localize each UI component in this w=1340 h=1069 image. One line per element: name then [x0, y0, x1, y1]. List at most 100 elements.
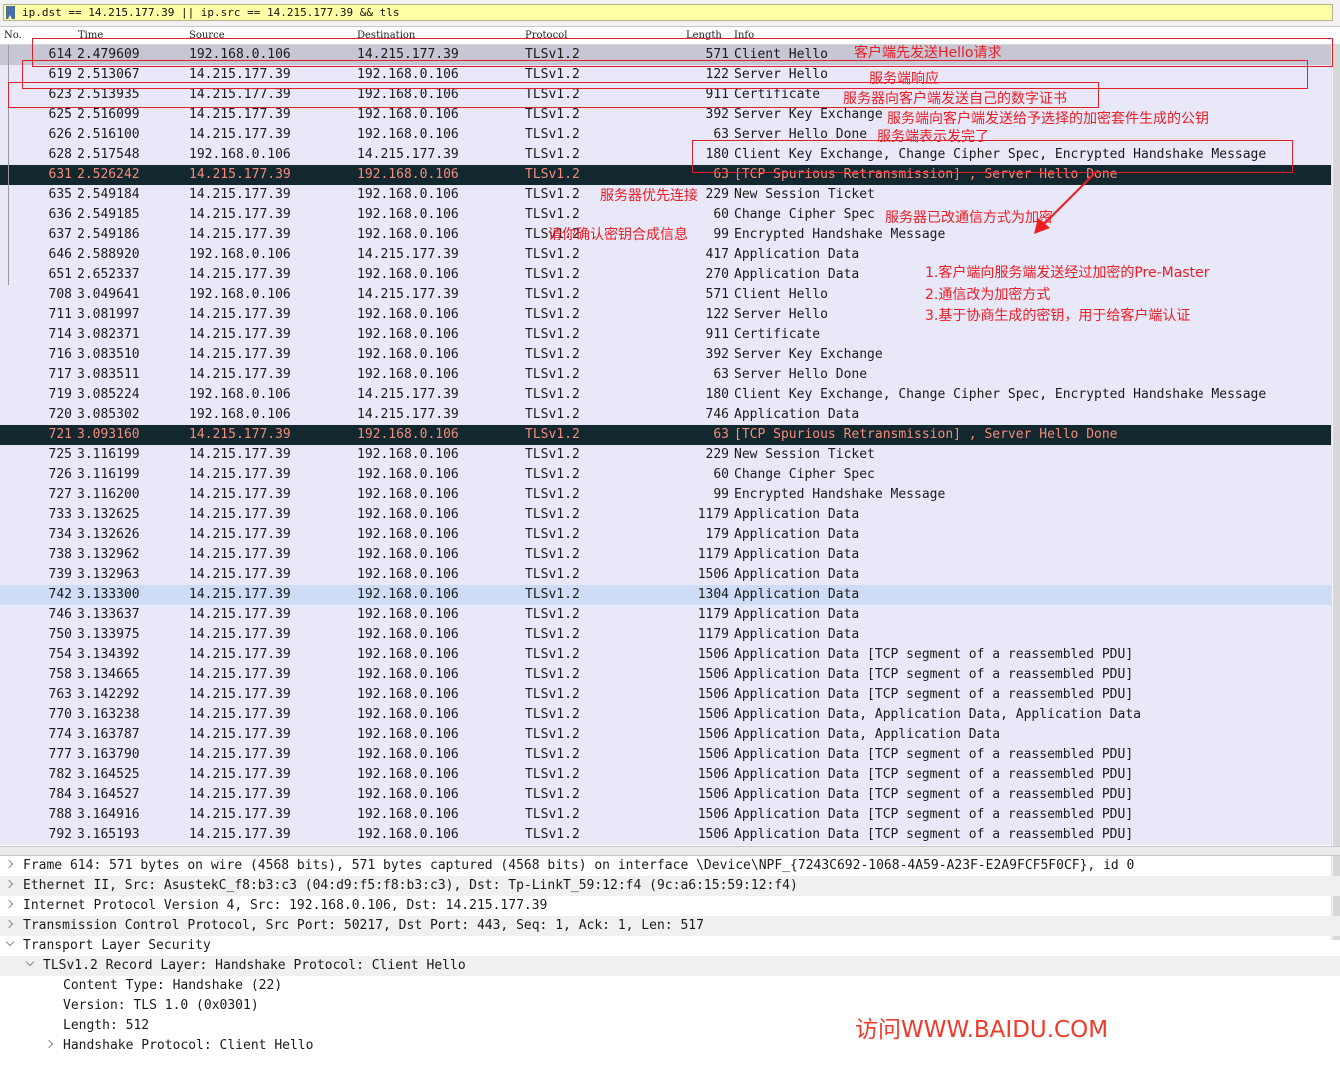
packet-info-cell: Application Data	[734, 587, 860, 602]
packet-row[interactable]: 788 3.164916 14.215.177.39 192.168.0.106 TLS…	[0, 805, 1340, 825]
detail-tree-item[interactable]: Internet Protocol Version 4, Src: 192.16…	[0, 896, 1340, 916]
packet-length-cell: 60	[713, 207, 729, 222]
packet-info-cell: Application Data	[734, 547, 860, 562]
packet-row[interactable]: 733 3.132625 14.215.177.39 192.168.0.106 TLS…	[0, 505, 1340, 525]
packet-info-cell: Application Data	[734, 627, 860, 642]
packet-info-cell: Application Data, Application Data	[734, 727, 1001, 742]
display-filter-text: ip.dst == 14.215.177.39 || ip.src == 14.…	[22, 6, 400, 19]
packet-row[interactable]: 636 2.549185 14.215.177.39 192.168.0.106 TLS…	[0, 205, 1340, 225]
expand-arrow-icon[interactable]	[4, 899, 14, 909]
packet-row[interactable]: 750 3.133975 14.215.177.39 192.168.0.106 TLS…	[0, 625, 1340, 645]
packet-info-cell: Application Data [TCP segment of a reass…	[734, 827, 1134, 842]
annotation-key-exchange: 服务端向客户端发送给予选择的加密套件生成的公钥	[887, 111, 1209, 127]
packet-info-cell: New Session Ticket	[734, 447, 875, 462]
packet-length-cell: 99	[713, 487, 729, 502]
packet-row[interactable]: 774 3.163787 14.215.177.39 192.168.0.106 TLS…	[0, 725, 1340, 745]
detail-tree-label: Transport Layer Security	[23, 938, 211, 953]
packet-details-tree: Frame 614: 571 bytes on wire (4568 bits)…	[0, 856, 1340, 1056]
packet-info-cell: Encrypted Handshake Message	[734, 487, 946, 502]
annotation-confirm-key: 请你确认密钥合成信息	[548, 227, 688, 243]
packet-length-cell: 1506	[697, 647, 729, 662]
packet-row[interactable]: 708 3.049641 192.168.0.106 14.215.177.39 TLS…	[0, 285, 1340, 305]
packet-info-cell: Application Data	[734, 407, 860, 422]
scrollbar-thumb[interactable]	[1333, 45, 1340, 940]
packet-row[interactable]: 792 3.165193 14.215.177.39 192.168.0.106 TLS…	[0, 825, 1340, 845]
packet-row[interactable]: 727 3.116200 14.215.177.39 192.168.0.106 TLS…	[0, 485, 1340, 505]
collapse-arrow-icon[interactable]	[5, 937, 15, 947]
packet-info-cell: [TCP Spurious Retransmission] , Server H…	[734, 427, 1118, 442]
detail-tree-item[interactable]: Handshake Protocol: Client Hello	[0, 1036, 1340, 1056]
annotation-hello-done: 服务端表示发完了	[877, 129, 989, 145]
detail-tree-item[interactable]: Frame 614: 571 bytes on wire (4568 bits)…	[0, 856, 1340, 876]
packet-length-cell: 270	[705, 267, 729, 282]
packet-info-cell: Application Data, Application Data, Appl…	[734, 707, 1141, 722]
collapse-arrow-icon[interactable]	[25, 957, 35, 967]
annotation-note-2: 2.通信改为加密方式	[925, 287, 1051, 303]
detail-tree-label: Transmission Control Protocol, Src Port:…	[23, 918, 704, 933]
detail-tree-item[interactable]: Length: 512	[0, 1016, 1340, 1036]
packet-length-cell: 1179	[697, 627, 729, 642]
packet-row[interactable]: 782 3.164525 14.215.177.39 192.168.0.106 TLS…	[0, 765, 1340, 785]
packet-row[interactable]: 717 3.083511 14.215.177.39 192.168.0.106 TLS…	[0, 365, 1340, 385]
detail-tree-item[interactable]: Ethernet II, Src: AsustekC_f8:b3:c3 (04:…	[0, 876, 1340, 896]
detail-tree-item[interactable]: Transport Layer Security	[0, 936, 1340, 956]
packet-info-cell: Change Cipher Spec	[734, 467, 875, 482]
watermark-text: 访问WWW.BAIDU.COM	[855, 1017, 1109, 1043]
packet-row[interactable]: 721 3.093160 14.215.177.39 192.168.0.106 TLS…	[0, 425, 1340, 445]
packet-length-cell: 1506	[697, 827, 729, 842]
annotation-client-hello: 客户端先发送Hello请求	[854, 45, 1002, 61]
packet-length-cell: 1506	[697, 687, 729, 702]
packet-info-cell: Application Data [TCP segment of a reass…	[734, 667, 1134, 682]
packet-row[interactable]: 714 3.082371 14.215.177.39 192.168.0.106 TLS…	[0, 325, 1340, 345]
display-filter-input[interactable]: ip.dst == 14.215.177.39 || ip.src == 14.…	[3, 4, 1333, 21]
packet-length-cell: 1179	[697, 507, 729, 522]
expand-arrow-icon[interactable]	[4, 859, 14, 869]
packet-row[interactable]: 784 3.164527 14.215.177.39 192.168.0.106 TLS…	[0, 785, 1340, 805]
packet-length-cell: 1506	[697, 667, 729, 682]
packet-length-cell: 63	[713, 367, 729, 382]
packet-length-cell: 1506	[697, 727, 729, 742]
packet-row[interactable]: 739 3.132963 14.215.177.39 192.168.0.106 TLS…	[0, 565, 1340, 585]
packet-row[interactable]: 777 3.163790 14.215.177.39 192.168.0.106 TLS…	[0, 745, 1340, 765]
packet-row[interactable]: 726 3.116199 14.215.177.39 192.168.0.106 TLS…	[0, 465, 1340, 485]
detail-tree-label: Length: 512	[63, 1018, 150, 1033]
packet-length-cell: 911	[705, 327, 729, 342]
packet-row[interactable]: 720 3.085302 192.168.0.106 14.215.177.39 TLS…	[0, 405, 1340, 425]
packet-row[interactable]: 746 3.133637 14.215.177.39 192.168.0.106 TLS…	[0, 605, 1340, 625]
packet-row[interactable]: 719 3.085224 192.168.0.106 14.215.177.39 TLS…	[0, 385, 1340, 405]
pane-splitter[interactable]	[0, 846, 1340, 856]
packet-list-scrollbar[interactable]	[1331, 45, 1340, 940]
column-header-no[interactable]: No.	[4, 30, 22, 41]
packet-row[interactable]: 738 3.132962 14.215.177.39 192.168.0.106 TLS…	[0, 545, 1340, 565]
annotation-server-priority: 服务器优先连接	[600, 188, 698, 204]
detail-tree-item[interactable]: Version: TLS 1.0 (0x0301)	[0, 996, 1340, 1016]
expand-arrow-icon[interactable]	[44, 1039, 54, 1049]
packet-row[interactable]: 763 3.142292 14.215.177.39 192.168.0.106 TLS…	[0, 685, 1340, 705]
detail-tree-label: Internet Protocol Version 4, Src: 192.16…	[23, 898, 548, 913]
packet-length-cell: 746	[705, 407, 729, 422]
detail-tree-label: Ethernet II, Src: AsustekC_f8:b3:c3 (04:…	[23, 878, 798, 893]
packet-row[interactable]: 754 3.134392 14.215.177.39 192.168.0.106 TLS…	[0, 645, 1340, 665]
packet-row[interactable]: 742 3.133300 14.215.177.39 192.168.0.106 TLS…	[0, 585, 1340, 605]
packet-row[interactable]: 770 3.163238 14.215.177.39 192.168.0.106 TLS…	[0, 705, 1340, 725]
bookmark-icon[interactable]	[6, 6, 15, 19]
detail-tree-item[interactable]: TLSv1.2 Record Layer: Handshake Protocol…	[0, 956, 1340, 976]
packet-length-cell: 392	[705, 107, 729, 122]
packet-info-cell: Certificate	[734, 327, 821, 342]
expand-arrow-icon[interactable]	[4, 879, 14, 889]
packet-row[interactable]: 758 3.134665 14.215.177.39 192.168.0.106 TLS…	[0, 665, 1340, 685]
expand-arrow-icon[interactable]	[4, 919, 14, 929]
packet-info-cell: Client Key Exchange, Change Cipher Spec,…	[734, 387, 1267, 402]
packet-length-cell: 1179	[697, 607, 729, 622]
detail-tree-label: Content Type: Handshake (22)	[63, 978, 283, 993]
packet-row[interactable]: 734 3.132626 14.215.177.39 192.168.0.106 TLS…	[0, 525, 1340, 545]
packet-info-cell: Application Data [TCP segment of a reass…	[734, 787, 1134, 802]
packet-row[interactable]: 716 3.083510 14.215.177.39 192.168.0.106 TLS…	[0, 345, 1340, 365]
detail-tree-item[interactable]: Transmission Control Protocol, Src Port:…	[0, 916, 1340, 936]
packet-length-cell: 229	[705, 447, 729, 462]
packet-row[interactable]: 725 3.116199 14.215.177.39 192.168.0.106 TLS…	[0, 445, 1340, 465]
annotation-server-hello: 服务端响应	[869, 71, 939, 87]
packet-info-cell: Application Data	[734, 507, 860, 522]
packet-info-cell: Server Key Exchange	[734, 107, 883, 122]
detail-tree-item[interactable]: Content Type: Handshake (22)	[0, 976, 1340, 996]
